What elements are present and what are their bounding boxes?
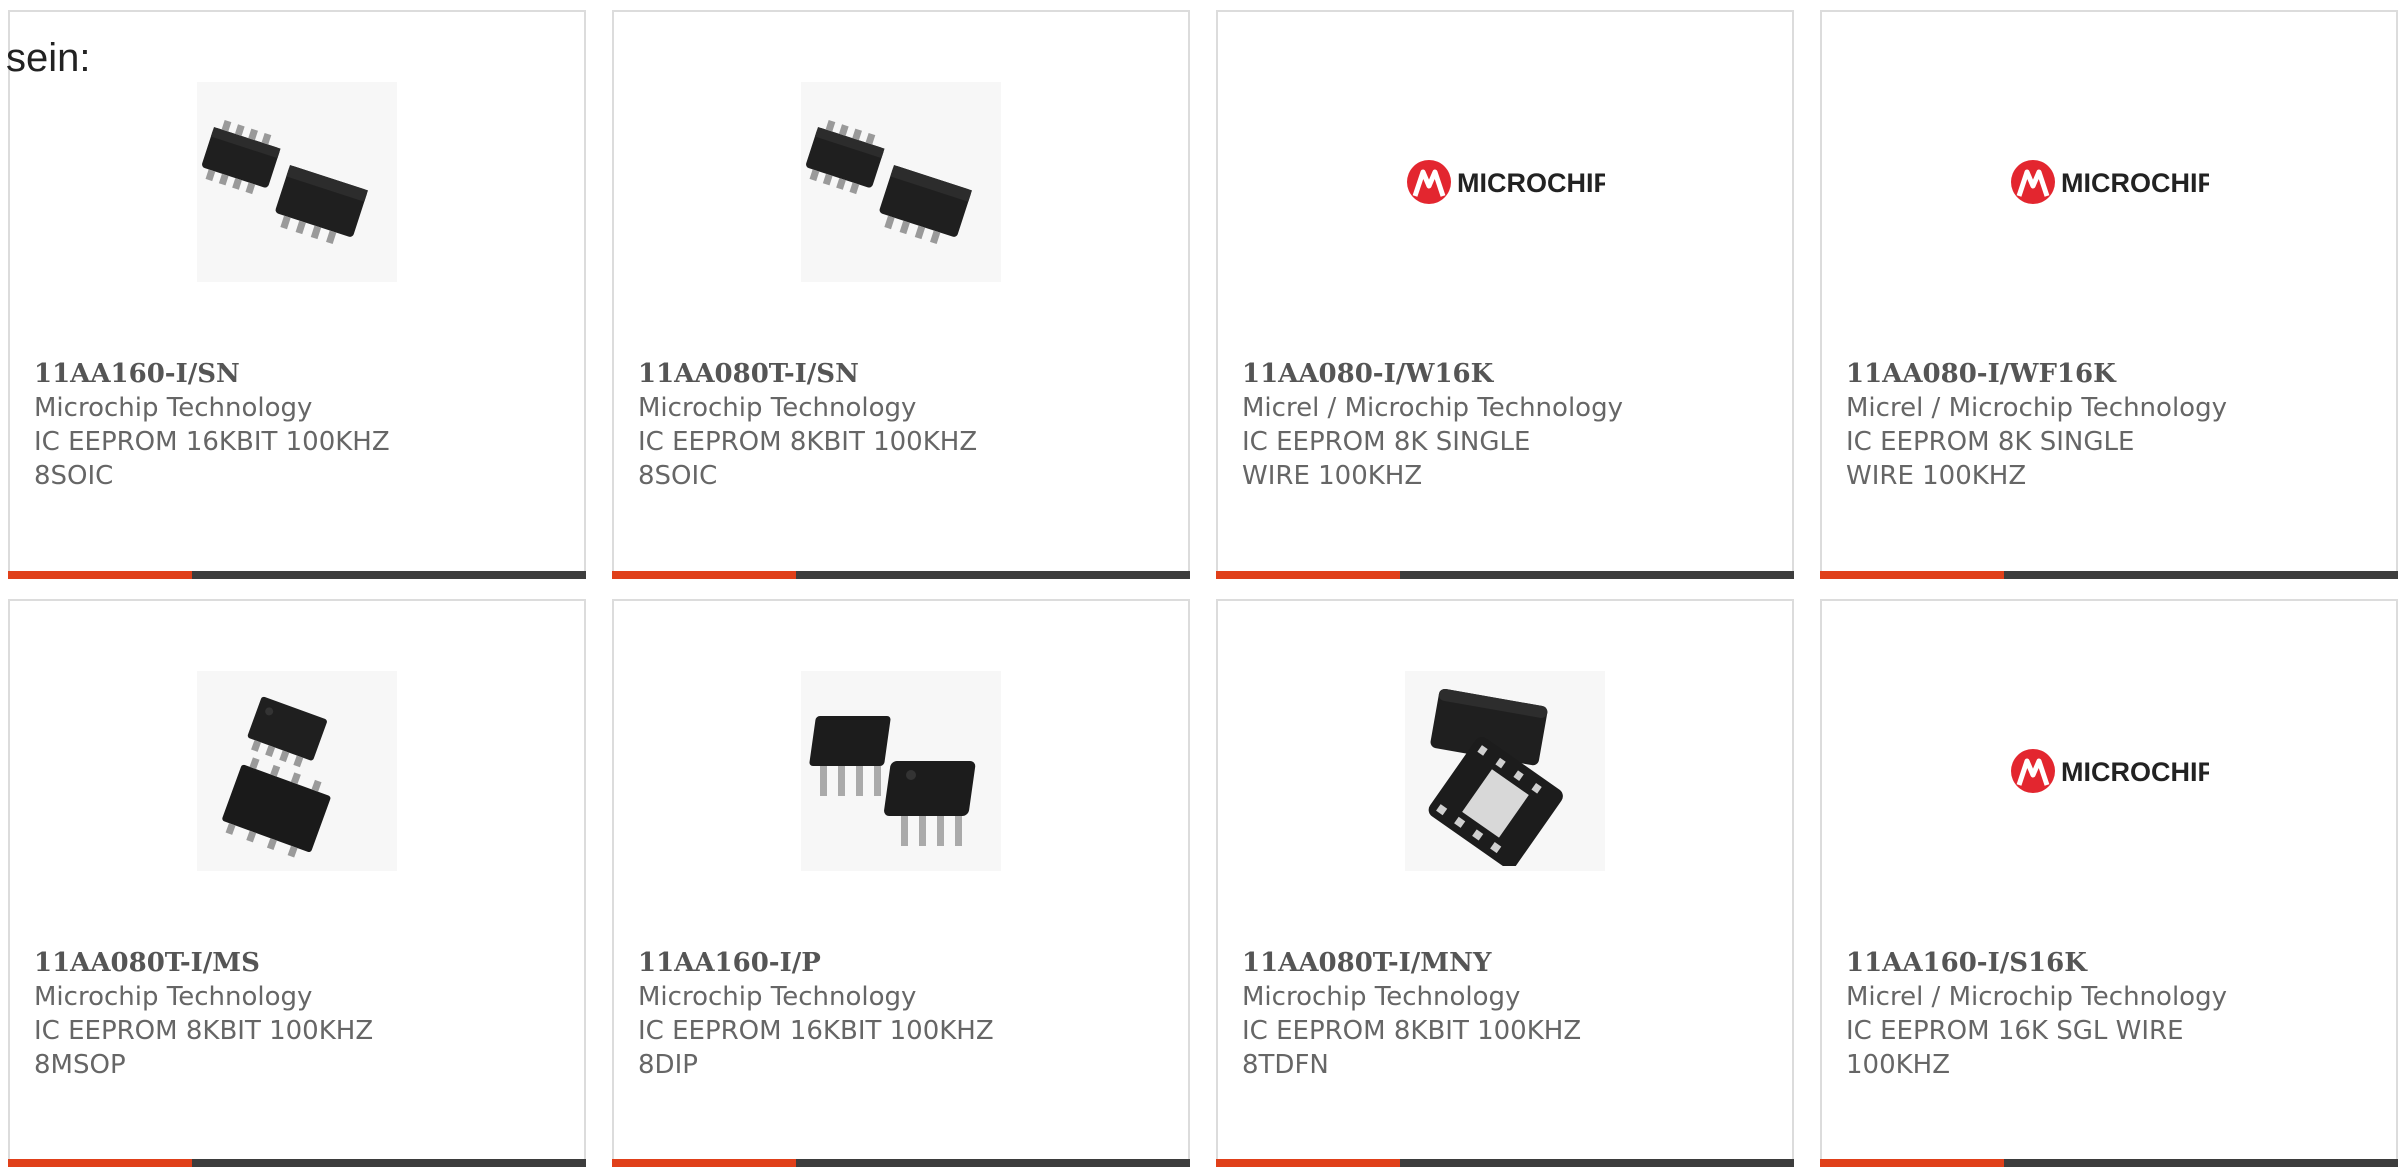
- product-image[interactable]: [801, 671, 1001, 871]
- description-label: IC EEPROM 8KBIT 100KHZ 8SOIC: [638, 427, 978, 491]
- part-number-link[interactable]: 11AA160-I/SN: [34, 357, 554, 391]
- description-label: IC EEPROM 16KBIT 100KHZ 8SOIC: [34, 427, 390, 491]
- description-label: IC EEPROM 8K SINGLE WIRE 100KHZ: [1846, 427, 2135, 491]
- product-card[interactable]: MICROCHIP 11AA080-I/W16K Micrel / Microchi…: [1216, 10, 1794, 579]
- manufacturer-label: Microchip Technology: [638, 982, 917, 1012]
- card-bottom-bar: [612, 571, 1190, 579]
- product-card[interactable]: MICROCHIP 11AA080-I/WF16K Micrel / Microch…: [1820, 10, 2398, 579]
- product-info: 11AA080T-I/MNY Microchip Technology IC EEP…: [1242, 946, 1762, 1082]
- manufacturer-label: Micrel / Microchip Technology: [1846, 393, 2227, 423]
- product-info: 11AA160-I/SN Microchip Technology IC EEPRO…: [34, 357, 554, 493]
- card-bottom-bar: [1216, 571, 1794, 579]
- product-info: 11AA160-I/P Microchip Technology IC EEPROM…: [638, 946, 1158, 1082]
- card-bottom-bar: [1820, 571, 2398, 579]
- card-bottom-bar: [612, 1159, 1190, 1167]
- svg-text:MICROCHIP: MICROCHIP: [2061, 168, 2209, 198]
- card-accent-bar: [612, 1159, 796, 1167]
- svg-text:MICROCHIP: MICROCHIP: [1457, 168, 1605, 198]
- card-accent-bar: [1820, 571, 2004, 579]
- manufacturer-label: Micrel / Microchip Technology: [1846, 982, 2227, 1012]
- product-card[interactable]: 11AA080T-I/MS Microchip Technology IC EEPR…: [8, 599, 586, 1167]
- manufacturer-label: Microchip Technology: [1242, 982, 1521, 1012]
- product-info: 11AA160-I/S16K Micrel / Microchip Technol…: [1846, 946, 2366, 1082]
- intro-text: sein:: [6, 36, 91, 80]
- card-accent-bar: [1820, 1159, 2004, 1167]
- product-info: 11AA080T-I/SN Microchip Technology IC EEPR…: [638, 357, 1158, 493]
- part-number-link[interactable]: 11AA160-I/P: [638, 946, 1158, 980]
- description-label: IC EEPROM 8KBIT 100KHZ 8TDFN: [1242, 1016, 1582, 1080]
- microchip-logo-icon[interactable]: MICROCHIP: [1405, 82, 1605, 282]
- part-number-link[interactable]: 11AA080-I/W16K: [1242, 357, 1762, 391]
- product-card[interactable]: MICROCHIP 11AA160-I/S16K Micrel / Microchi…: [1820, 599, 2398, 1167]
- microchip-logo-icon[interactable]: MICROCHIP: [2009, 671, 2209, 871]
- product-image[interactable]: [1405, 671, 1605, 871]
- card-bottom-bar: [8, 571, 586, 579]
- product-info: 11AA080-I/W16K Micrel / Microchip Technol…: [1242, 357, 1762, 493]
- card-bottom-bar: [8, 1159, 586, 1167]
- manufacturer-label: Micrel / Microchip Technology: [1242, 393, 1623, 423]
- card-accent-bar: [1216, 571, 1400, 579]
- product-info: 11AA080T-I/MS Microchip Technology IC EEPR…: [34, 946, 554, 1082]
- microchip-logo-icon[interactable]: MICROCHIP: [2009, 82, 2209, 282]
- product-image[interactable]: [197, 671, 397, 871]
- part-number-link[interactable]: 11AA080-I/WF16K: [1846, 357, 2366, 391]
- manufacturer-label: Microchip Technology: [34, 393, 313, 423]
- manufacturer-label: Microchip Technology: [638, 393, 917, 423]
- part-number-link[interactable]: 11AA080T-I/SN: [638, 357, 1158, 391]
- product-card[interactable]: 11AA160-I/SN Microchip Technology IC EEPRO…: [8, 10, 586, 579]
- card-accent-bar: [8, 571, 192, 579]
- card-bottom-bar: [1216, 1159, 1794, 1167]
- product-info: 11AA080-I/WF16K Micrel / Microchip Techno…: [1846, 357, 2366, 493]
- card-bottom-bar: [1820, 1159, 2398, 1167]
- product-card[interactable]: 11AA160-I/P Microchip Technology IC EEPROM…: [612, 599, 1190, 1167]
- description-label: IC EEPROM 16K SGL WIRE 100KHZ: [1846, 1016, 2184, 1080]
- svg-text:MICROCHIP: MICROCHIP: [2061, 757, 2209, 787]
- card-accent-bar: [8, 1159, 192, 1167]
- part-number-link[interactable]: 11AA160-I/S16K: [1846, 946, 2366, 980]
- description-label: IC EEPROM 8KBIT 100KHZ 8MSOP: [34, 1016, 374, 1080]
- product-image[interactable]: [801, 82, 1001, 282]
- description-label: IC EEPROM 8K SINGLE WIRE 100KHZ: [1242, 427, 1531, 491]
- page: sein: 11AA160-I/SN Microchip Technology IC…: [0, 0, 2400, 1167]
- part-number-link[interactable]: 11AA080T-I/MS: [34, 946, 554, 980]
- product-card[interactable]: 11AA080T-I/SN Microchip Technology IC EEPR…: [612, 10, 1190, 579]
- product-image[interactable]: [197, 82, 397, 282]
- card-accent-bar: [1216, 1159, 1400, 1167]
- description-label: IC EEPROM 16KBIT 100KHZ 8DIP: [638, 1016, 994, 1080]
- part-number-link[interactable]: 11AA080T-I/MNY: [1242, 946, 1762, 980]
- manufacturer-label: Microchip Technology: [34, 982, 313, 1012]
- product-card[interactable]: 11AA080T-I/MNY Microchip Technology IC EEP…: [1216, 599, 1794, 1167]
- card-accent-bar: [612, 571, 796, 579]
